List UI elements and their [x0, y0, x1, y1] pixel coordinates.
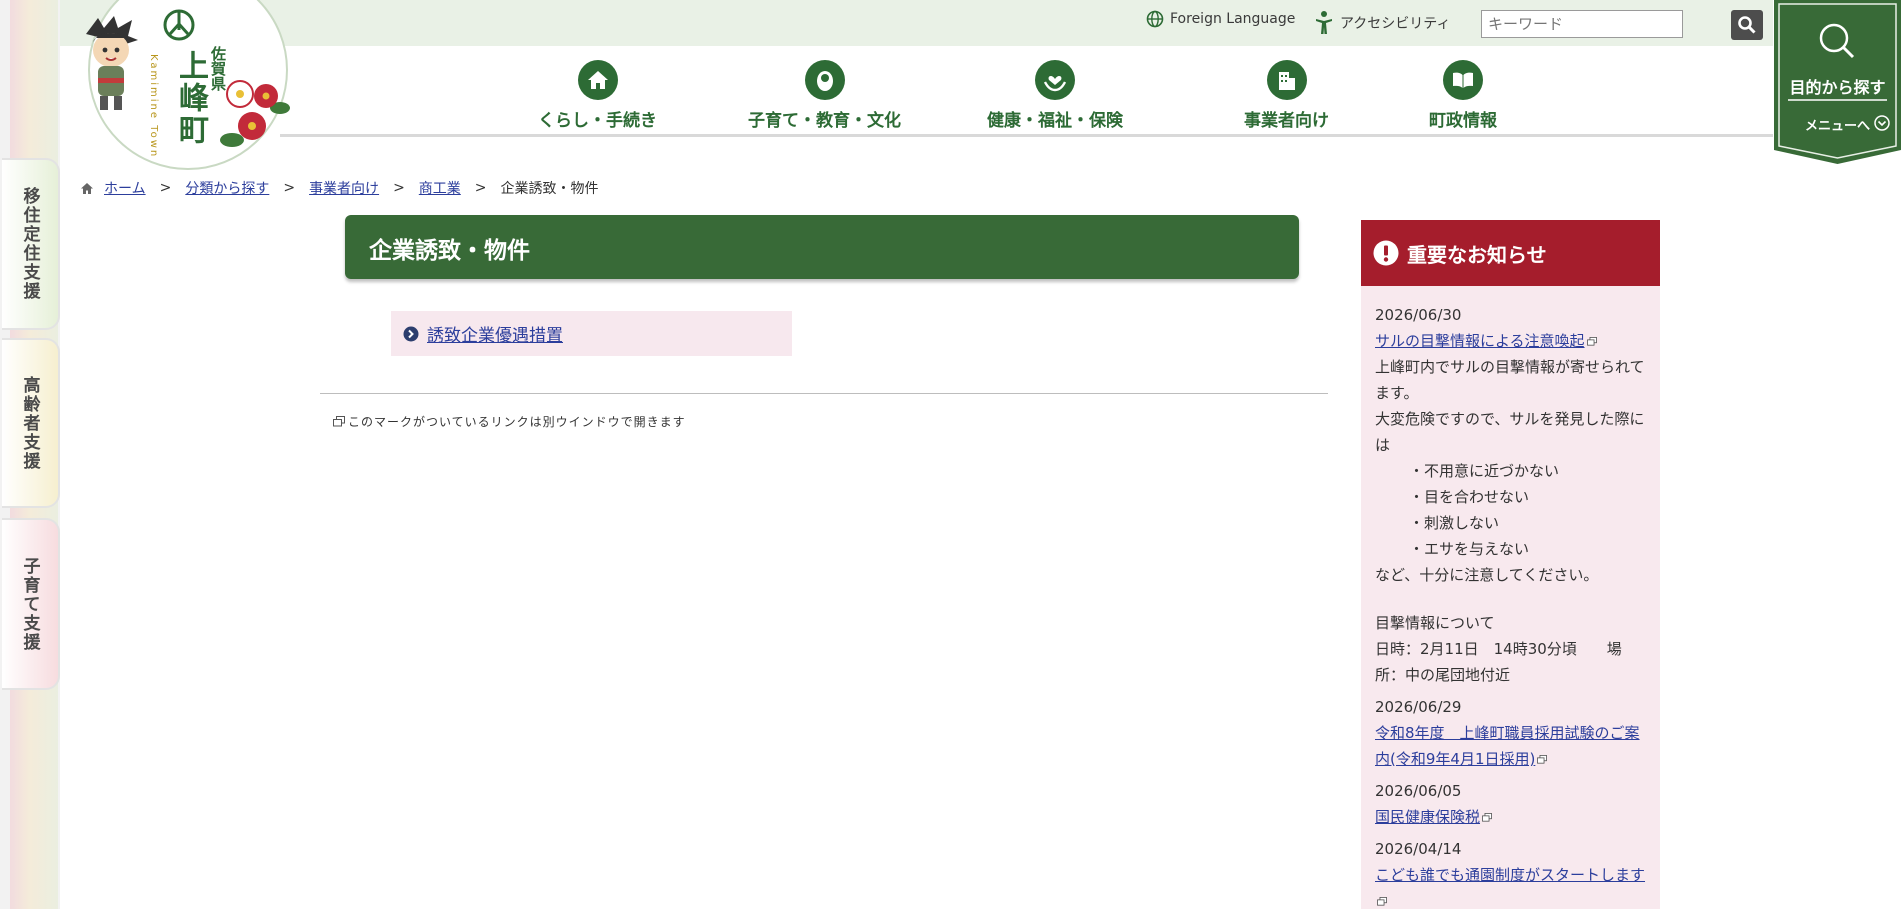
mascot-icon	[86, 16, 138, 110]
notice-link-health-insurance[interactable]: 国民健康保険税	[1375, 808, 1480, 826]
nav-label: くらし・手続き	[538, 111, 657, 131]
nav-kenko[interactable]: 健康・福祉・保険	[987, 60, 1123, 131]
side-strip: 移住定住支援 高齢者支援 子育て支援	[0, 0, 60, 909]
nav-chosei[interactable]: 町政情報	[1429, 60, 1497, 131]
link-list-item: 誘致企業優遇措置	[391, 311, 792, 356]
arrow-circle-icon	[403, 326, 419, 341]
purpose-menu-sub: メニューへ	[1804, 119, 1870, 134]
nav-label: 事業者向け	[1244, 111, 1329, 131]
search-icon	[1738, 16, 1756, 34]
nav-kurashi[interactable]: くらし・手続き	[538, 60, 657, 131]
breadcrumb: ホーム > 分類から探す > 事業者向け > 商工業 > 企業誘致・物件	[80, 178, 599, 198]
book-icon	[1443, 60, 1483, 100]
notice-link-recruitment[interactable]: 令和8年度 上峰町職員採用試験のご案内(令和9年4月1日採用)	[1375, 724, 1640, 768]
home-icon	[81, 182, 93, 194]
breadcrumb-current: 企業誘致・物件	[500, 181, 599, 197]
town-roman-name: Kamimine Town	[148, 54, 159, 159]
breadcrumb-commerce[interactable]: 商工業	[419, 178, 461, 198]
nav-label: 町政情報	[1429, 111, 1497, 131]
notice-bullet: ・目を合わせない	[1409, 488, 1530, 506]
breadcrumb-category[interactable]: 分類から探す	[185, 178, 269, 198]
town-emblem-icon	[163, 9, 195, 41]
breadcrumb-business[interactable]: 事業者向け	[309, 178, 379, 198]
notice-text: 上峰町内でサルの目撃情報が寄せられてます。	[1375, 358, 1645, 402]
nav-label: 健康・福祉・保険	[987, 111, 1123, 131]
globe-icon	[1146, 10, 1164, 28]
notice-bullet: ・不用意に近づかない	[1409, 462, 1560, 480]
building-icon	[1266, 60, 1307, 100]
external-window-icon	[1377, 897, 1387, 906]
house-icon	[577, 60, 618, 100]
site-logo[interactable]: 上峰町 佐賀県 Kamimine Town	[86, 0, 290, 170]
breadcrumb-separator: >	[474, 180, 487, 196]
breadcrumb-separator: >	[393, 180, 405, 196]
page-title: 企業誘致・物件	[345, 215, 1299, 279]
external-window-icon	[1586, 337, 1597, 346]
nav-kosodate[interactable]: 子育て・教育・文化	[748, 60, 901, 131]
side-tab-migration[interactable]: 移住定住支援	[2, 158, 60, 330]
breadcrumb-home[interactable]: ホーム	[104, 178, 146, 198]
notice-link-monkey[interactable]: サルの目撃情報による注意喚起	[1375, 332, 1585, 350]
search-button[interactable]	[1731, 10, 1763, 40]
notice-date: 2026/04/14	[1375, 840, 1462, 858]
accessibility-link[interactable]: アクセシビリティ	[1314, 10, 1450, 36]
purpose-search-menu[interactable]: 目的から探す メニューへ	[1774, 0, 1901, 164]
breadcrumb-separator: >	[159, 180, 172, 196]
notice-text: 日時：2月11日 14時30分頃 場所：中の尾団地付近	[1375, 640, 1622, 684]
notice-date: 2026/06/30	[1375, 306, 1462, 324]
external-window-icon	[1482, 813, 1492, 822]
purpose-menu-label: 目的から探す	[1789, 78, 1886, 97]
baby-icon	[804, 60, 845, 100]
incentive-measures-link[interactable]: 誘致企業優遇措置	[427, 321, 563, 346]
accessibility-person-icon	[1316, 11, 1332, 34]
notice-text: 大変危険ですので、サルを発見した際には	[1375, 410, 1645, 454]
keyword-search-input[interactable]	[1481, 10, 1683, 38]
external-window-icon	[333, 416, 345, 427]
notice-link-childcare[interactable]: こども誰でも通園制度がスタートします	[1375, 866, 1645, 884]
notice-bullet: ・刺激しない	[1409, 514, 1500, 532]
exclamation-icon	[1373, 240, 1399, 266]
nav-label: 子育て・教育・文化	[748, 111, 901, 131]
notice-date: 2026/06/29	[1375, 698, 1462, 716]
camellia-flowers-icon	[220, 80, 290, 147]
foreign-language-label: Foreign Language	[1170, 11, 1296, 27]
important-notice-title: 重要なお知らせ	[1407, 242, 1547, 267]
notice-text: など、十分に注意してください。	[1375, 566, 1599, 584]
town-name: 上峰町	[173, 50, 208, 146]
important-notice-list: 2026/06/30 サルの目撃情報による注意喚起 上峰町内でサルの目撃情報が寄…	[1361, 286, 1660, 909]
external-link-note: このマークがついているリンクは別ウインドウで開きます	[333, 413, 686, 430]
notice-bullet: ・エサを与えない	[1409, 540, 1530, 558]
notice-spacer	[1375, 588, 1646, 610]
side-tab-childcare[interactable]: 子育て支援	[2, 518, 60, 690]
accessibility-label: アクセシビリティ	[1340, 16, 1451, 32]
side-tab-elderly[interactable]: 高齢者支援	[2, 338, 60, 508]
notice-date: 2026/06/05	[1375, 782, 1462, 800]
external-link-note-text: このマークがついているリンクは別ウインドウで開きます	[348, 415, 686, 429]
content-divider	[320, 393, 1328, 394]
notice-text: 目撃情報について	[1375, 614, 1495, 632]
main-nav: くらし・手続き 子育て・教育・文化 健康・福祉・保険 事業者向け 町政情報	[280, 46, 1773, 137]
external-window-icon	[1537, 755, 1548, 764]
nav-jigyosha[interactable]: 事業者向け	[1244, 60, 1329, 131]
important-notice-header: 重要なお知らせ	[1361, 220, 1660, 286]
breadcrumb-separator: >	[283, 180, 296, 196]
foreign-language-link[interactable]: Foreign Language	[1146, 10, 1295, 28]
heart-hands-icon	[1035, 60, 1075, 100]
